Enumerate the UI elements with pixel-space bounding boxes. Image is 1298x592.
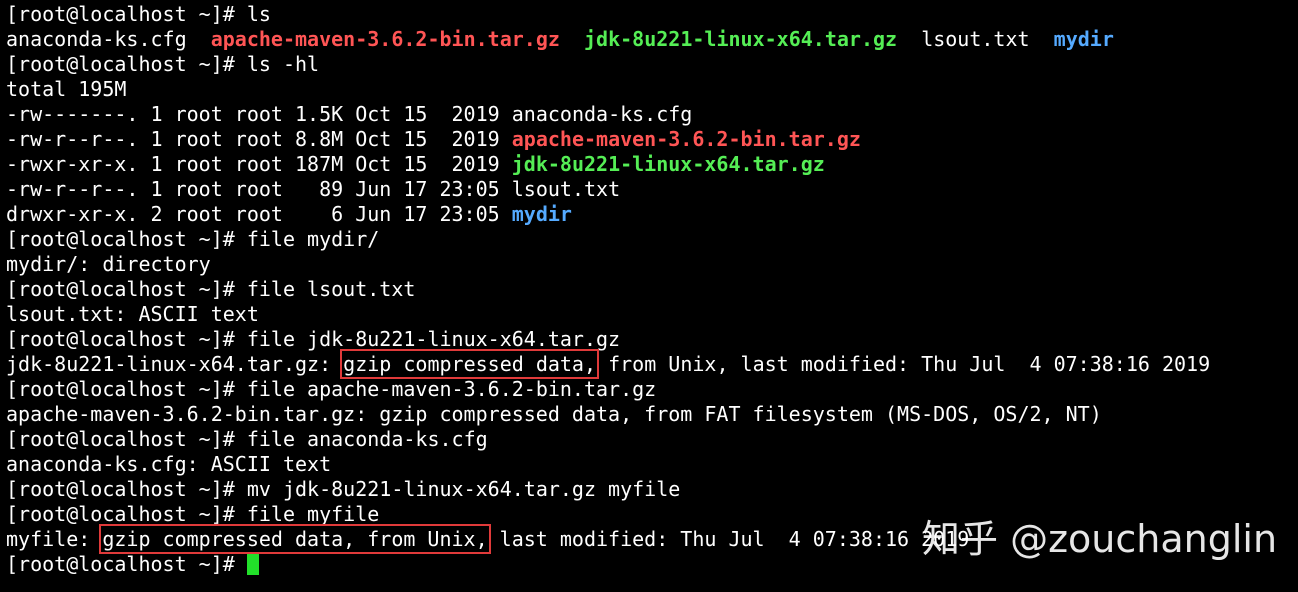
output-text: from Unix, last modified: Thu Jul 4 07:3…	[596, 352, 1211, 376]
command-text: file mydir/	[246, 227, 380, 251]
shell-prompt: [root@localhost ~]#	[6, 552, 247, 576]
terminal-window[interactable]: [root@localhost ~]# ls anaconda-ks.cfg a…	[0, 0, 1298, 592]
command-text: file anaconda-ks.cfg	[246, 427, 488, 451]
file-name: lsout.txt	[921, 27, 1030, 51]
watermark-handle: @zouchanglin	[998, 517, 1278, 561]
file-name: anaconda-ks.cfg	[6, 27, 187, 51]
file-name: anaconda-ks.cfg	[511, 102, 693, 126]
terminal-line: [root@localhost ~]# file jdk-8u221-linux…	[6, 327, 1298, 352]
terminal-line: mydir/: directory	[6, 252, 1298, 277]
terminal-line: [root@localhost ~]# file apache-maven-3.…	[6, 377, 1298, 402]
output-text: apache-maven-3.6.2-bin.tar.gz: gzip comp…	[6, 402, 1102, 426]
terminal-line: drwxr-xr-x. 2 root root 6 Jun 17 23:05 m…	[6, 202, 1298, 227]
output-text: jdk-8u221-linux-x64.tar.gz:	[6, 352, 344, 376]
command-text: mv jdk-8u221-linux-x64.tar.gz myfile	[246, 477, 681, 501]
command-text: ls -hl	[246, 52, 320, 76]
watermark: 知乎 @zouchanglin	[922, 508, 1277, 563]
file-metadata: -rwxr-xr-x. 1 root root 187M Oct 15 2019	[6, 152, 512, 176]
terminal-line: [root@localhost ~]# file anaconda-ks.cfg	[6, 427, 1298, 452]
file-metadata: -rw-r--r--. 1 root root 89 Jun 17 23:05	[6, 177, 512, 201]
terminal-line: -rw-r--r--. 1 root root 89 Jun 17 23:05 …	[6, 177, 1298, 202]
shell-prompt: [root@localhost ~]#	[6, 227, 247, 251]
highlight-box: gzip compressed data,	[340, 349, 600, 379]
command-text: ls	[246, 2, 271, 26]
terminal-line: total 195M	[6, 77, 1298, 102]
shell-prompt: [root@localhost ~]#	[6, 502, 247, 526]
shell-prompt: [root@localhost ~]#	[6, 2, 247, 26]
terminal-line: jdk-8u221-linux-x64.tar.gz: gzip compres…	[6, 349, 1298, 379]
terminal-line: [root@localhost ~]# file lsout.txt	[6, 277, 1298, 302]
zhihu-logo: 知乎	[922, 517, 999, 561]
command-text: file apache-maven-3.6.2-bin.tar.gz	[246, 377, 657, 401]
executable-file-name: jdk-8u221-linux-x64.tar.gz	[511, 152, 825, 176]
highlight-box: gzip compressed data, from Unix,	[99, 524, 491, 554]
text-cursor	[246, 553, 259, 575]
terminal-line: anaconda-ks.cfg apache-maven-3.6.2-bin.t…	[6, 27, 1298, 52]
terminal-line: [root@localhost ~]# mv jdk-8u221-linux-x…	[6, 477, 1298, 502]
terminal-line: -rwxr-xr-x. 1 root root 187M Oct 15 2019…	[6, 152, 1298, 177]
file-metadata: -rw-------. 1 root root 1.5K Oct 15 2019	[6, 102, 512, 126]
terminal-line: lsout.txt: ASCII text	[6, 302, 1298, 327]
command-text: file jdk-8u221-linux-x64.tar.gz	[246, 327, 621, 351]
terminal-line: -rw-r--r--. 1 root root 8.8M Oct 15 2019…	[6, 127, 1298, 152]
shell-prompt: [root@localhost ~]#	[6, 52, 247, 76]
output-text: mydir/: directory	[6, 252, 211, 276]
terminal-line: [root@localhost ~]# ls	[6, 2, 1298, 27]
file-metadata: -rw-r--r--. 1 root root 8.8M Oct 15 2019	[6, 127, 512, 151]
command-text: file lsout.txt	[246, 277, 416, 301]
archive-file-name: apache-maven-3.6.2-bin.tar.gz	[511, 127, 861, 151]
shell-prompt: [root@localhost ~]#	[6, 327, 247, 351]
archive-file-name: apache-maven-3.6.2-bin.tar.gz	[210, 27, 560, 51]
output-text: total 195M	[6, 77, 127, 101]
shell-prompt: [root@localhost ~]#	[6, 427, 247, 451]
terminal-line: [root@localhost ~]# file mydir/	[6, 227, 1298, 252]
terminal-line: [root@localhost ~]# ls -hl	[6, 52, 1298, 77]
output-text: last modified: Thu Jul 4 07:38:16 2019	[487, 527, 970, 551]
terminal-line: apache-maven-3.6.2-bin.tar.gz: gzip comp…	[6, 402, 1298, 427]
executable-file-name: jdk-8u221-linux-x64.tar.gz	[584, 27, 898, 51]
terminal-line: anaconda-ks.cfg: ASCII text	[6, 452, 1298, 477]
shell-prompt: [root@localhost ~]#	[6, 377, 247, 401]
shell-prompt: [root@localhost ~]#	[6, 277, 247, 301]
output-text: anaconda-ks.cfg: ASCII text	[6, 452, 332, 476]
terminal-line: -rw-------. 1 root root 1.5K Oct 15 2019…	[6, 102, 1298, 127]
command-text: file myfile	[246, 502, 380, 526]
directory-name: mydir	[1053, 27, 1114, 51]
file-name: lsout.txt	[511, 177, 621, 201]
directory-name: mydir	[511, 202, 572, 226]
output-text: myfile:	[6, 527, 103, 551]
shell-prompt: [root@localhost ~]#	[6, 477, 247, 501]
file-metadata: drwxr-xr-x. 2 root root 6 Jun 17 23:05	[6, 202, 512, 226]
output-text: lsout.txt: ASCII text	[6, 302, 259, 326]
